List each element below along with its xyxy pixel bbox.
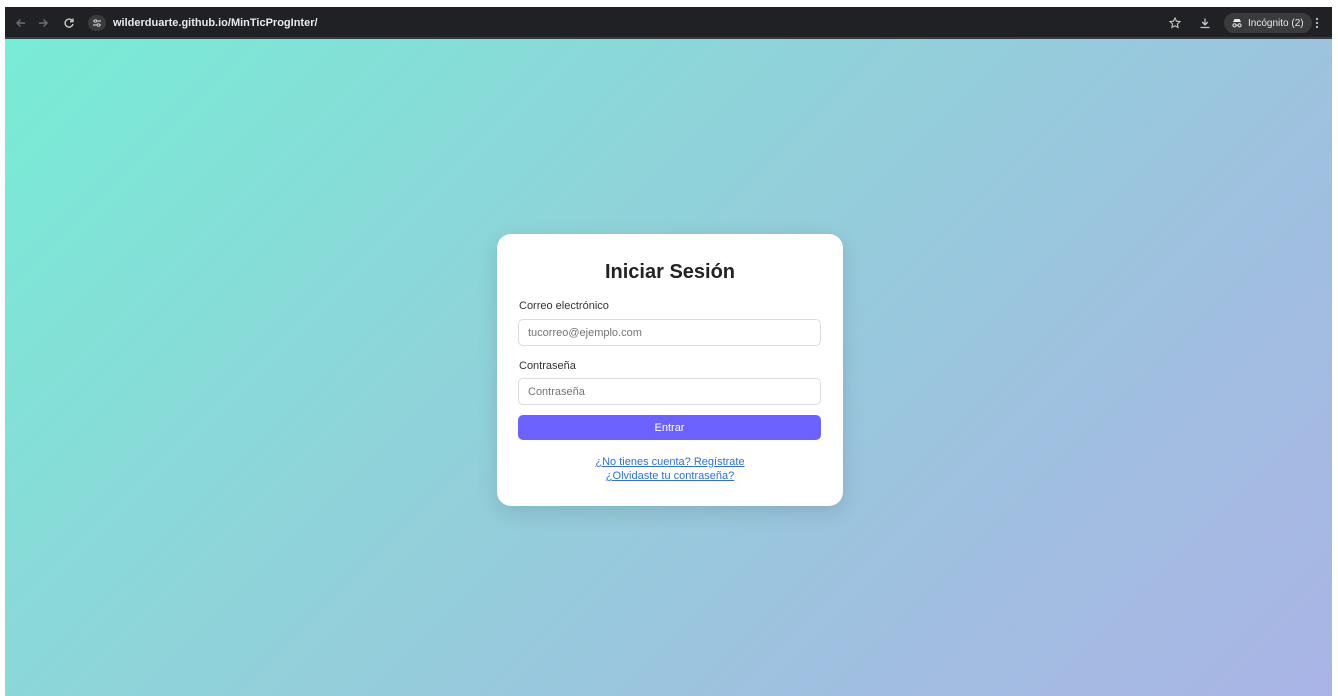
arrow-right-icon[interactable] xyxy=(35,15,51,31)
forgot-password-link[interactable]: ¿Olvidaste tu contraseña? xyxy=(497,469,843,483)
incognito-icon xyxy=(1232,19,1242,28)
kebab-menu-icon[interactable] xyxy=(1309,15,1325,31)
address-bar-url[interactable]: wilderduarte.github.io/MinTicProgInter/ xyxy=(113,16,318,30)
tune-icon xyxy=(93,19,101,27)
password-field[interactable] xyxy=(518,378,821,405)
site-info-button[interactable] xyxy=(88,15,106,31)
download-icon[interactable] xyxy=(1197,15,1213,31)
login-button[interactable]: Entrar xyxy=(518,415,821,440)
email-label: Correo electrónico xyxy=(519,300,609,312)
reload-icon[interactable] xyxy=(61,15,77,31)
browser-toolbar: wilderduarte.github.io/MinTicProgInter/ … xyxy=(5,7,1332,39)
arrow-left-icon[interactable] xyxy=(13,15,29,31)
page-viewport: Iniciar Sesión Correo electrónico Contra… xyxy=(5,39,1332,696)
register-link[interactable]: ¿No tienes cuenta? Regístrate xyxy=(497,455,843,469)
password-label: Contraseña xyxy=(519,360,576,372)
star-icon[interactable] xyxy=(1167,15,1183,31)
email-field[interactable] xyxy=(518,319,821,346)
browser-window: wilderduarte.github.io/MinTicProgInter/ … xyxy=(5,7,1332,696)
page-title: Iniciar Sesión xyxy=(604,261,736,283)
login-card: Iniciar Sesión Correo electrónico Contra… xyxy=(497,234,843,506)
incognito-badge[interactable]: Incógnito (2) xyxy=(1224,13,1312,33)
incognito-label: Incógnito (2) xyxy=(1248,17,1304,29)
